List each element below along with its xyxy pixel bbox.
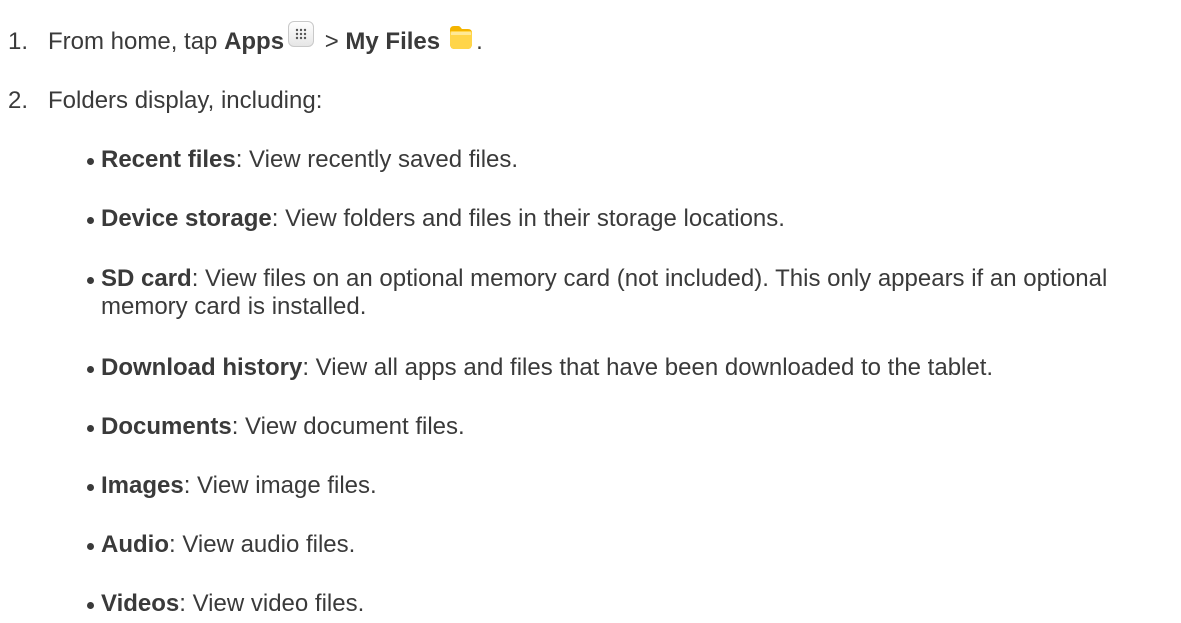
step-text: From home, tap xyxy=(48,28,225,55)
step-2: 2. Folders display, including: xyxy=(8,86,322,116)
folder-icon xyxy=(446,22,476,52)
bullet-dot xyxy=(87,484,94,491)
list-item: Audio: View audio files. xyxy=(87,531,1147,559)
list-item-term: Device storage xyxy=(101,205,272,232)
step-separator: > xyxy=(318,28,346,55)
instructions-page: 1. From home, tap Apps > My Files . 2. Fol… xyxy=(0,0,1181,623)
list-item-desc: : View all apps and files that have been… xyxy=(302,354,994,381)
step-text: Folders display, including: xyxy=(48,87,323,114)
list-item-desc: : View document files. xyxy=(231,413,465,440)
my-files-label: My Files xyxy=(345,28,441,55)
list-item-term: Download history xyxy=(101,354,303,381)
list-item: Download history: View all apps and file… xyxy=(87,354,1147,382)
bullet-dot xyxy=(87,543,94,550)
bullet-dot xyxy=(87,217,94,224)
list-item-desc: : View files on an optional memory card … xyxy=(101,265,1108,320)
list-item-desc: : View folders and files in their storag… xyxy=(271,205,785,232)
bullet-dot xyxy=(87,277,94,284)
step-1: 1. From home, tap Apps > My Files . xyxy=(8,21,483,57)
list-item: Videos: View video files. xyxy=(87,590,1147,618)
list-item: Documents: View document files. xyxy=(87,413,1147,441)
list-item-term: Recent files xyxy=(101,146,236,173)
list-item: Images: View image files. xyxy=(87,472,1147,500)
list-item-desc: : View video files. xyxy=(179,590,365,617)
bullet-dot xyxy=(87,425,94,432)
list-item-term: Documents xyxy=(101,413,232,440)
list-item-desc: : View recently saved files. xyxy=(235,146,519,173)
apps-grid-icon xyxy=(288,21,315,47)
step-number: 1. xyxy=(8,28,29,55)
list-item-desc: : View audio files. xyxy=(168,531,356,558)
list-item: Recent files: View recently saved files. xyxy=(87,146,1147,174)
list-item: Device storage: View folders and files i… xyxy=(87,205,1147,233)
step-end: . xyxy=(476,28,483,55)
bullet-dot xyxy=(87,366,94,373)
bullet-dot xyxy=(87,158,94,165)
list-item: SD card: View files on an optional memor… xyxy=(87,265,1147,321)
list-item-desc: : View image files. xyxy=(183,472,377,499)
list-item-term: Images xyxy=(101,472,184,499)
list-item-term: Audio xyxy=(101,531,169,558)
bullet-dot xyxy=(87,602,94,609)
step-number: 2. xyxy=(8,87,29,114)
list-item-term: Videos xyxy=(101,590,180,617)
apps-label: Apps xyxy=(224,28,285,55)
list-item-term: SD card xyxy=(101,265,192,292)
